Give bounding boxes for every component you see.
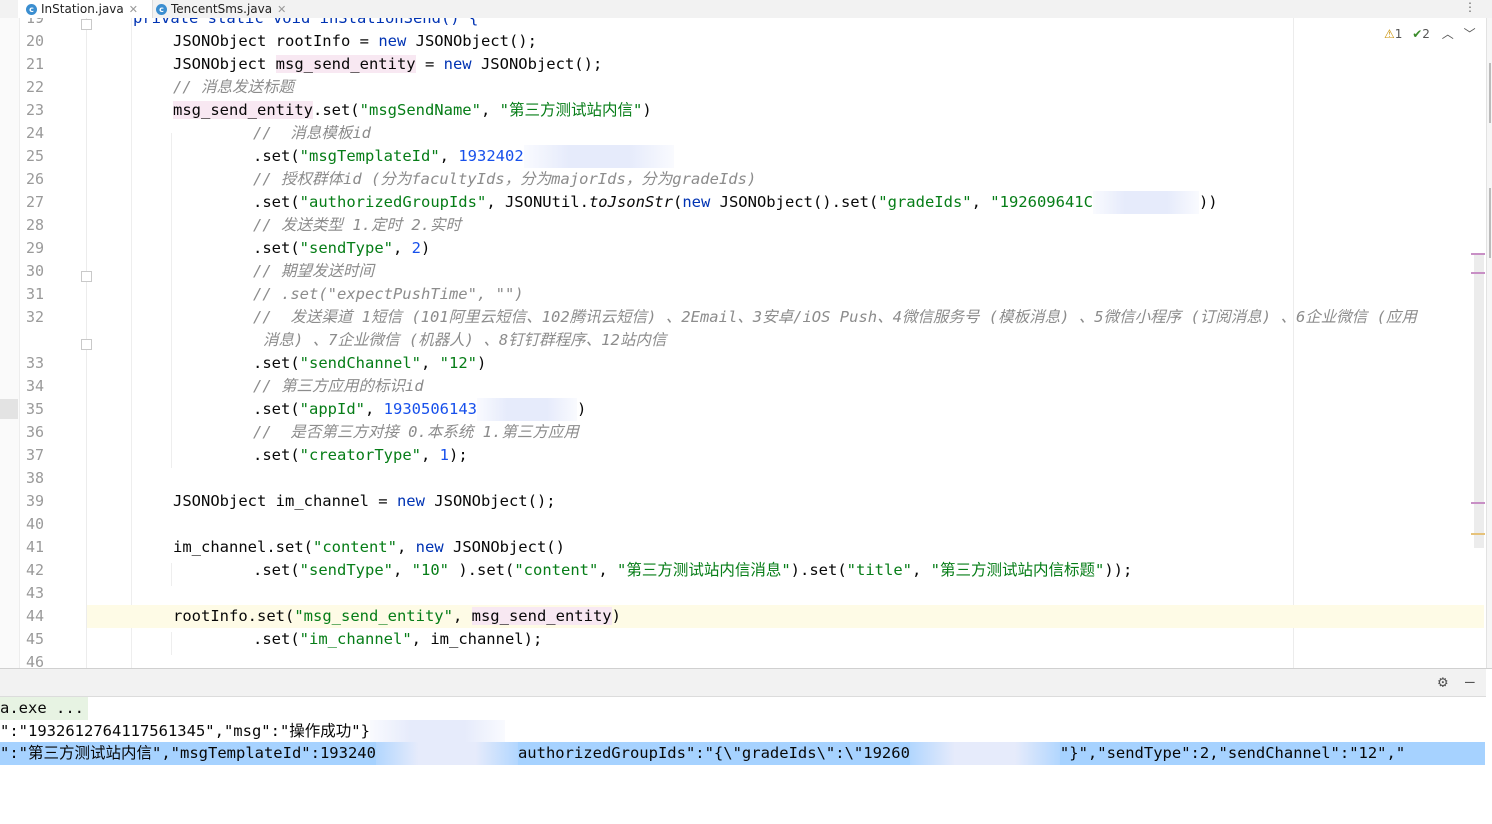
console-line: a.exe ... [0,697,88,720]
check-icon: ✔ [1412,27,1423,41]
code-line: im_channel.set("content", new JSONObject… [173,538,565,556]
code-line: // 授权群体id (分为facultyIds，分为majorIds，分为gra… [253,170,757,188]
line-number: 28 [25,216,44,234]
java-class-icon: c [26,3,37,15]
line-number: 35 [25,400,44,418]
redacted-value [523,145,674,168]
error-stripe-marker[interactable] [1471,502,1485,504]
line-number: 46 [25,653,44,668]
close-tab-icon[interactable]: ✕ [277,3,286,16]
code-line: JSONObject rootInfo = new JSONObject(); [173,32,537,50]
line-number: 34 [25,377,44,395]
line-number: 45 [25,630,44,648]
line-number: 40 [25,515,44,533]
console-line: ":"1932612764117561345","msg":"操作成功"} [0,720,505,743]
code-line: JSONObject im_channel = new JSONObject()… [173,492,556,510]
run-console-panel: ⚙ — a.exe ... ":"1932612764117561345","m… [0,668,1492,824]
line-number: 41 [25,538,44,556]
line-number: 27 [25,193,44,211]
line-number: 31 [25,285,44,303]
fold-marker-icon[interactable] [81,271,92,282]
code-line: // 消息发送标题 [173,78,294,96]
code-line: .set("sendChannel", "12") [253,354,487,372]
editor-side-strip [0,18,20,668]
code-line: // 发送渠道 1短信 (101阿里云短信、102腾讯云短信) 、2Email、… [253,308,1417,326]
redacted-value [1092,191,1199,214]
code-line: .set("im_channel", im_channel); [253,630,543,648]
line-number: 30 [25,262,44,280]
run-panel-header: ⚙ — [0,669,1486,697]
fold-marker-icon[interactable] [81,339,92,350]
line-number: 33 [25,354,44,372]
error-stripe-marker[interactable] [1471,253,1485,255]
next-highlight-icon[interactable]: ﹀ [1464,27,1476,41]
code-line: .set("appId", 1930506143) [93,398,1484,421]
code-line: // 第三方应用的标识id [253,377,424,395]
previous-highlight-icon[interactable]: ︿ [1442,27,1454,41]
code-line: // .set("expectPushTime", "") [253,285,524,303]
code-line: // 是否第三方对接 0.本系统 1.第三方应用 [253,423,579,441]
code-line: // 消息模板id [253,124,371,142]
line-number: 36 [25,423,44,441]
line-number: 42 [25,561,44,579]
line-number: 38 [25,469,44,487]
code-line: .set("authorizedGroupIds", JSONUtil.toJs… [93,191,1484,214]
gutter-marker [0,399,18,419]
close-tab-icon[interactable]: ✕ [129,3,138,16]
line-number: 44 [25,607,44,625]
java-class-icon: c [156,3,167,15]
line-number: 25 [25,147,44,165]
code-line: JSONObject msg_send_entity = new JSONObj… [173,55,603,73]
code-line-wrapped: 消息) 、7企业微信 (机器人) 、8钉钉群程序、12站内信 [263,331,667,349]
console-line-selected[interactable]: ":"第三方测试站内信","msgTemplateId":193240 autho… [0,742,1485,765]
editor-tab-bar: c InStation.java ✕ c TencentSms.java ✕ ⋮ [0,0,1492,19]
redacted-value [375,742,518,765]
code-line: private static void inStationSend() { [133,18,479,27]
line-number: 24 [25,124,44,142]
fold-marker-icon[interactable] [81,19,92,30]
tab-label: TencentSms.java [171,2,273,16]
code-line: .set("msgTemplateId", 1932402 [93,145,1484,168]
tab-instation-java[interactable]: c InStation.java ✕ [18,0,153,18]
line-number: 29 [25,239,44,257]
warning-icon: ⚠ [1384,27,1395,41]
line-number: 23 [25,101,44,119]
line-number: 39 [25,492,44,510]
line-number: 22 [25,78,44,96]
code-line: .set("creatorType", 1); [253,446,468,464]
line-number: 26 [25,170,44,188]
line-number: 20 [25,32,44,50]
current-code-line: rootInfo.set("msg_send_entity", msg_send… [87,605,1484,628]
code-editor[interactable]: 19 20 21 22 23 24 25 26 27 28 29 30 31 3… [0,18,1492,668]
more-tabs-icon[interactable]: ⋮ [1464,0,1476,14]
redacted-value [909,742,1060,765]
error-stripe-marker[interactable] [1471,272,1485,274]
redacted-value [369,720,505,743]
line-number: 21 [25,55,44,73]
gear-icon[interactable]: ⚙ [1438,672,1448,691]
code-line: .set("sendType", "10" ).set("content", "… [253,561,1133,579]
line-number: 19 [25,18,44,27]
code-line: msg_send_entity.set("msgSendName", "第三方测… [173,101,652,119]
minimize-icon[interactable]: — [1465,672,1475,691]
line-number: 32 [25,308,44,326]
tab-label: InStation.java [41,2,124,16]
code-line: .set("sendType", 2) [253,239,431,257]
inspection-widget[interactable]: ⚠1 ✔2 ︿ ﹀ [1384,25,1476,42]
error-stripe-marker[interactable] [1471,533,1485,535]
line-number: 37 [25,446,44,464]
code-line: // 期望发送时间 [253,262,374,280]
line-number: 43 [25,584,44,602]
code-line: // 发送类型 1.定时 2.实时 [253,216,461,234]
tab-tencentsms-java[interactable]: c TencentSms.java ✕ [152,0,286,18]
redacted-value [477,398,577,421]
